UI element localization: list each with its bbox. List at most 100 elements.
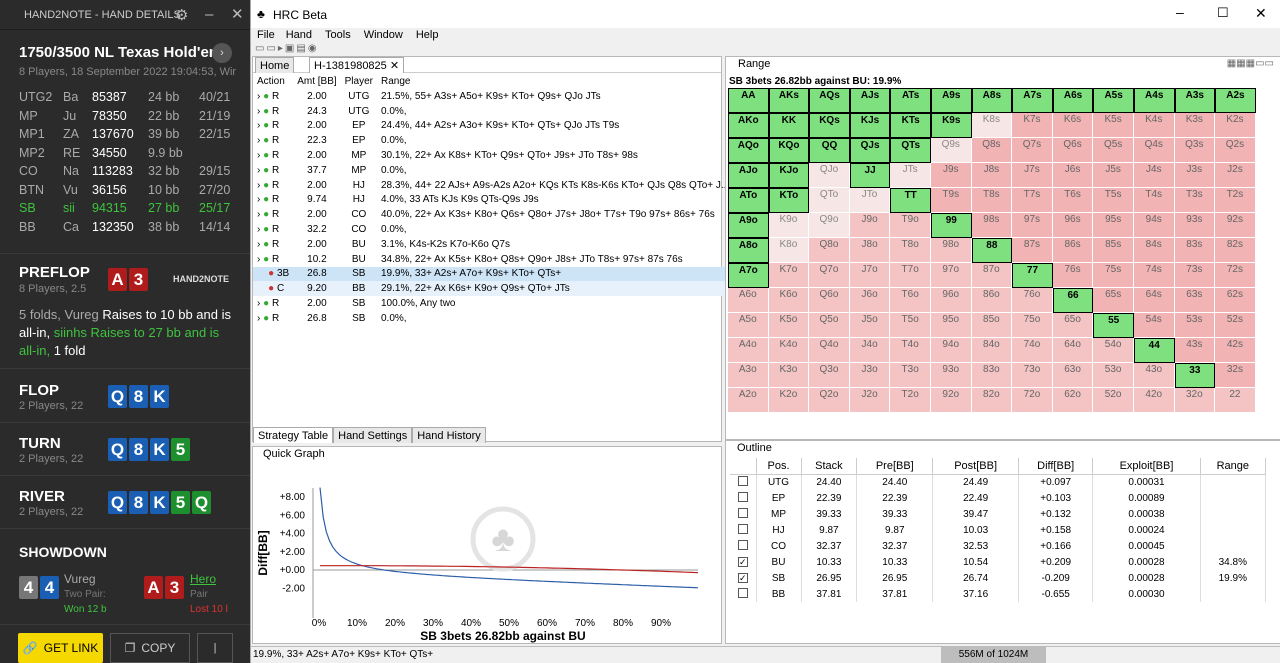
action-row[interactable]: › ● R 24.3 UTG 0.0%, xyxy=(253,104,733,119)
range-cell[interactable]: 95s xyxy=(1093,213,1134,238)
range-cell[interactable]: J5o xyxy=(849,313,891,338)
row-checkbox[interactable]: ✓ xyxy=(730,570,757,586)
range-cell[interactable]: 95o xyxy=(930,313,972,338)
range-cell[interactable]: 92o xyxy=(930,388,972,413)
col-range[interactable]: Range xyxy=(1200,458,1267,475)
range-cell[interactable]: Q7o xyxy=(809,263,850,288)
range-cell[interactable]: J2s xyxy=(1215,163,1256,188)
range-cell[interactable]: ATo xyxy=(728,188,769,213)
range-cell[interactable]: KTo xyxy=(768,188,810,213)
gear-icon[interactable]: ⚙ xyxy=(175,6,188,24)
action-row[interactable]: › ● R 2.00 BU 3.1%, K4s-K2s K7o-K6o Q7s xyxy=(253,237,733,252)
col-stack[interactable]: Stack xyxy=(801,458,858,475)
col-diff[interactable]: Diff[BB] xyxy=(1018,458,1094,475)
range-cell[interactable]: T2s xyxy=(1215,188,1256,213)
range-cell[interactable]: 32s xyxy=(1215,363,1256,388)
range-cell[interactable]: A9o xyxy=(728,213,769,238)
range-cell[interactable]: T3o xyxy=(890,363,931,388)
action-row[interactable]: › ● R 2.00 CO 40.0%, 22+ Ax K3s+ K8o+ Q6s+ … xyxy=(253,207,733,222)
player-row[interactable]: UTG2 Ba 85387 24 bb 40/21 xyxy=(19,90,239,109)
range-cell[interactable]: KK xyxy=(768,113,810,138)
range-cell[interactable]: 98s xyxy=(971,213,1013,238)
range-cell[interactable]: 76s xyxy=(1052,263,1094,288)
range-cell[interactable]: Q2o xyxy=(809,388,850,413)
range-cell[interactable]: A5s xyxy=(1093,88,1134,113)
range-cell[interactable]: KTs xyxy=(890,113,931,138)
range-cell[interactable]: J3o xyxy=(849,363,891,388)
range-cell[interactable]: J7s xyxy=(1012,163,1053,188)
outline-row[interactable]: BB 37.81 37.81 37.16 -0.655 0.00030 xyxy=(730,586,1267,602)
range-cell[interactable]: J5s xyxy=(1093,163,1134,188)
range-cell[interactable]: QQ xyxy=(809,138,850,163)
tab-hand[interactable]: H-1381980825 ✕ xyxy=(309,57,405,73)
outline-row[interactable]: UTG 24.40 24.40 24.49 +0.097 0.00031 xyxy=(730,474,1267,490)
row-checkbox[interactable] xyxy=(730,586,757,602)
range-cell[interactable]: T7o xyxy=(890,263,931,288)
range-cell[interactable]: A3s xyxy=(1174,88,1216,113)
range-cell[interactable]: 33 xyxy=(1174,363,1216,388)
range-cell[interactable]: 52o xyxy=(1093,388,1134,413)
range-cell[interactable]: 84o xyxy=(971,338,1013,363)
outline-row[interactable]: CO 32.37 32.37 32.53 +0.166 0.00045 xyxy=(730,538,1267,554)
range-cell[interactable]: 62s xyxy=(1215,288,1256,313)
range-cell[interactable]: T3s xyxy=(1174,188,1216,213)
range-cell[interactable]: 87s xyxy=(1012,238,1053,263)
menu-tools[interactable]: Tools xyxy=(325,29,351,41)
range-cell[interactable]: 75o xyxy=(1012,313,1053,338)
range-view-icons[interactable]: ▦▦▦▭▭ xyxy=(1227,58,1274,69)
col-amt[interactable]: Amt [BB] xyxy=(293,74,340,89)
range-cell[interactable]: 94s xyxy=(1133,213,1175,238)
player-row[interactable]: MP2 RE 34550 9.9 bb xyxy=(19,146,239,165)
range-cell[interactable]: 72o xyxy=(1012,388,1053,413)
next-icon[interactable]: › xyxy=(212,43,232,63)
range-cell[interactable]: A7o xyxy=(728,263,769,288)
range-cell[interactable]: A2o xyxy=(728,388,769,413)
action-row[interactable]: › ● R 2.00 SB 100.0%, Any two xyxy=(253,296,733,311)
range-cell[interactable]: QTo xyxy=(809,188,850,213)
range-cell[interactable]: 94o xyxy=(930,338,972,363)
range-cell[interactable]: 97o xyxy=(930,263,972,288)
range-cell[interactable]: T6o xyxy=(890,288,931,313)
range-cell[interactable]: Q9s xyxy=(930,138,972,163)
range-cell[interactable]: K8o xyxy=(768,238,810,263)
range-cell[interactable]: K8s xyxy=(971,113,1013,138)
player-row[interactable]: BTN Vu 36156 10 bb 27/20 xyxy=(19,183,239,202)
range-cell[interactable]: AKo xyxy=(728,113,769,138)
tab-home[interactable]: Home xyxy=(255,57,295,73)
range-cell[interactable]: Q5s xyxy=(1093,138,1134,163)
player-row[interactable]: SB sii 94315 27 bb 25/17 xyxy=(19,201,239,220)
range-cell[interactable]: A4o xyxy=(728,338,769,363)
range-cell[interactable]: 87o xyxy=(971,263,1013,288)
range-cell[interactable]: 65o xyxy=(1052,313,1094,338)
range-cell[interactable]: 53s xyxy=(1174,313,1216,338)
outline-row[interactable]: ✓ BU 10.33 10.33 10.54 +0.209 0.00028 34.8% xyxy=(730,554,1267,570)
col-pos[interactable]: Pos. xyxy=(756,458,802,475)
range-cell[interactable]: 85s xyxy=(1093,238,1134,263)
range-cell[interactable]: 74o xyxy=(1012,338,1053,363)
range-cell[interactable]: J9o xyxy=(849,213,891,238)
action-row[interactable]: › ● R 2.00 UTG 21.5%, 55+ A3s+ A5o+ K9s+ KT… xyxy=(253,89,733,104)
range-cell[interactable]: 54s xyxy=(1133,313,1175,338)
range-cell[interactable]: KQs xyxy=(809,113,850,138)
range-cell[interactable]: 85o xyxy=(971,313,1013,338)
range-cell[interactable]: TT xyxy=(890,188,931,213)
range-cell[interactable]: 83o xyxy=(971,363,1013,388)
range-cell[interactable]: 63s xyxy=(1174,288,1216,313)
action-row[interactable]: ● C 9.20 BB 29.1%, 22+ Ax K6s+ K9o+ Q9s+ QT… xyxy=(253,281,734,297)
col-exploit[interactable]: Exploit[BB] xyxy=(1092,458,1201,475)
memory-indicator[interactable]: 556M of 1024M xyxy=(941,647,1046,663)
range-cell[interactable]: Q8o xyxy=(809,238,850,263)
range-cell[interactable]: 43s xyxy=(1174,338,1216,363)
range-cell[interactable]: AA xyxy=(728,88,769,113)
range-cell[interactable]: K4s xyxy=(1133,113,1175,138)
range-cell[interactable]: AJs xyxy=(849,88,891,113)
range-cell[interactable]: 44 xyxy=(1133,338,1175,363)
range-cell[interactable]: J8s xyxy=(971,163,1013,188)
range-cell[interactable]: T5o xyxy=(890,313,931,338)
action-row[interactable]: › ● R 26.8 SB 0.0%, xyxy=(253,311,733,326)
copy-button[interactable]: ❐ COPY xyxy=(110,633,190,663)
range-cell[interactable]: 55 xyxy=(1093,313,1134,338)
minimize-icon[interactable]: – xyxy=(1176,4,1184,20)
action-row[interactable]: › ● R 10.2 BU 34.8%, 22+ Ax K5s+ K8o+ Q8s+ … xyxy=(253,252,733,267)
range-cell[interactable]: A6o xyxy=(728,288,769,313)
